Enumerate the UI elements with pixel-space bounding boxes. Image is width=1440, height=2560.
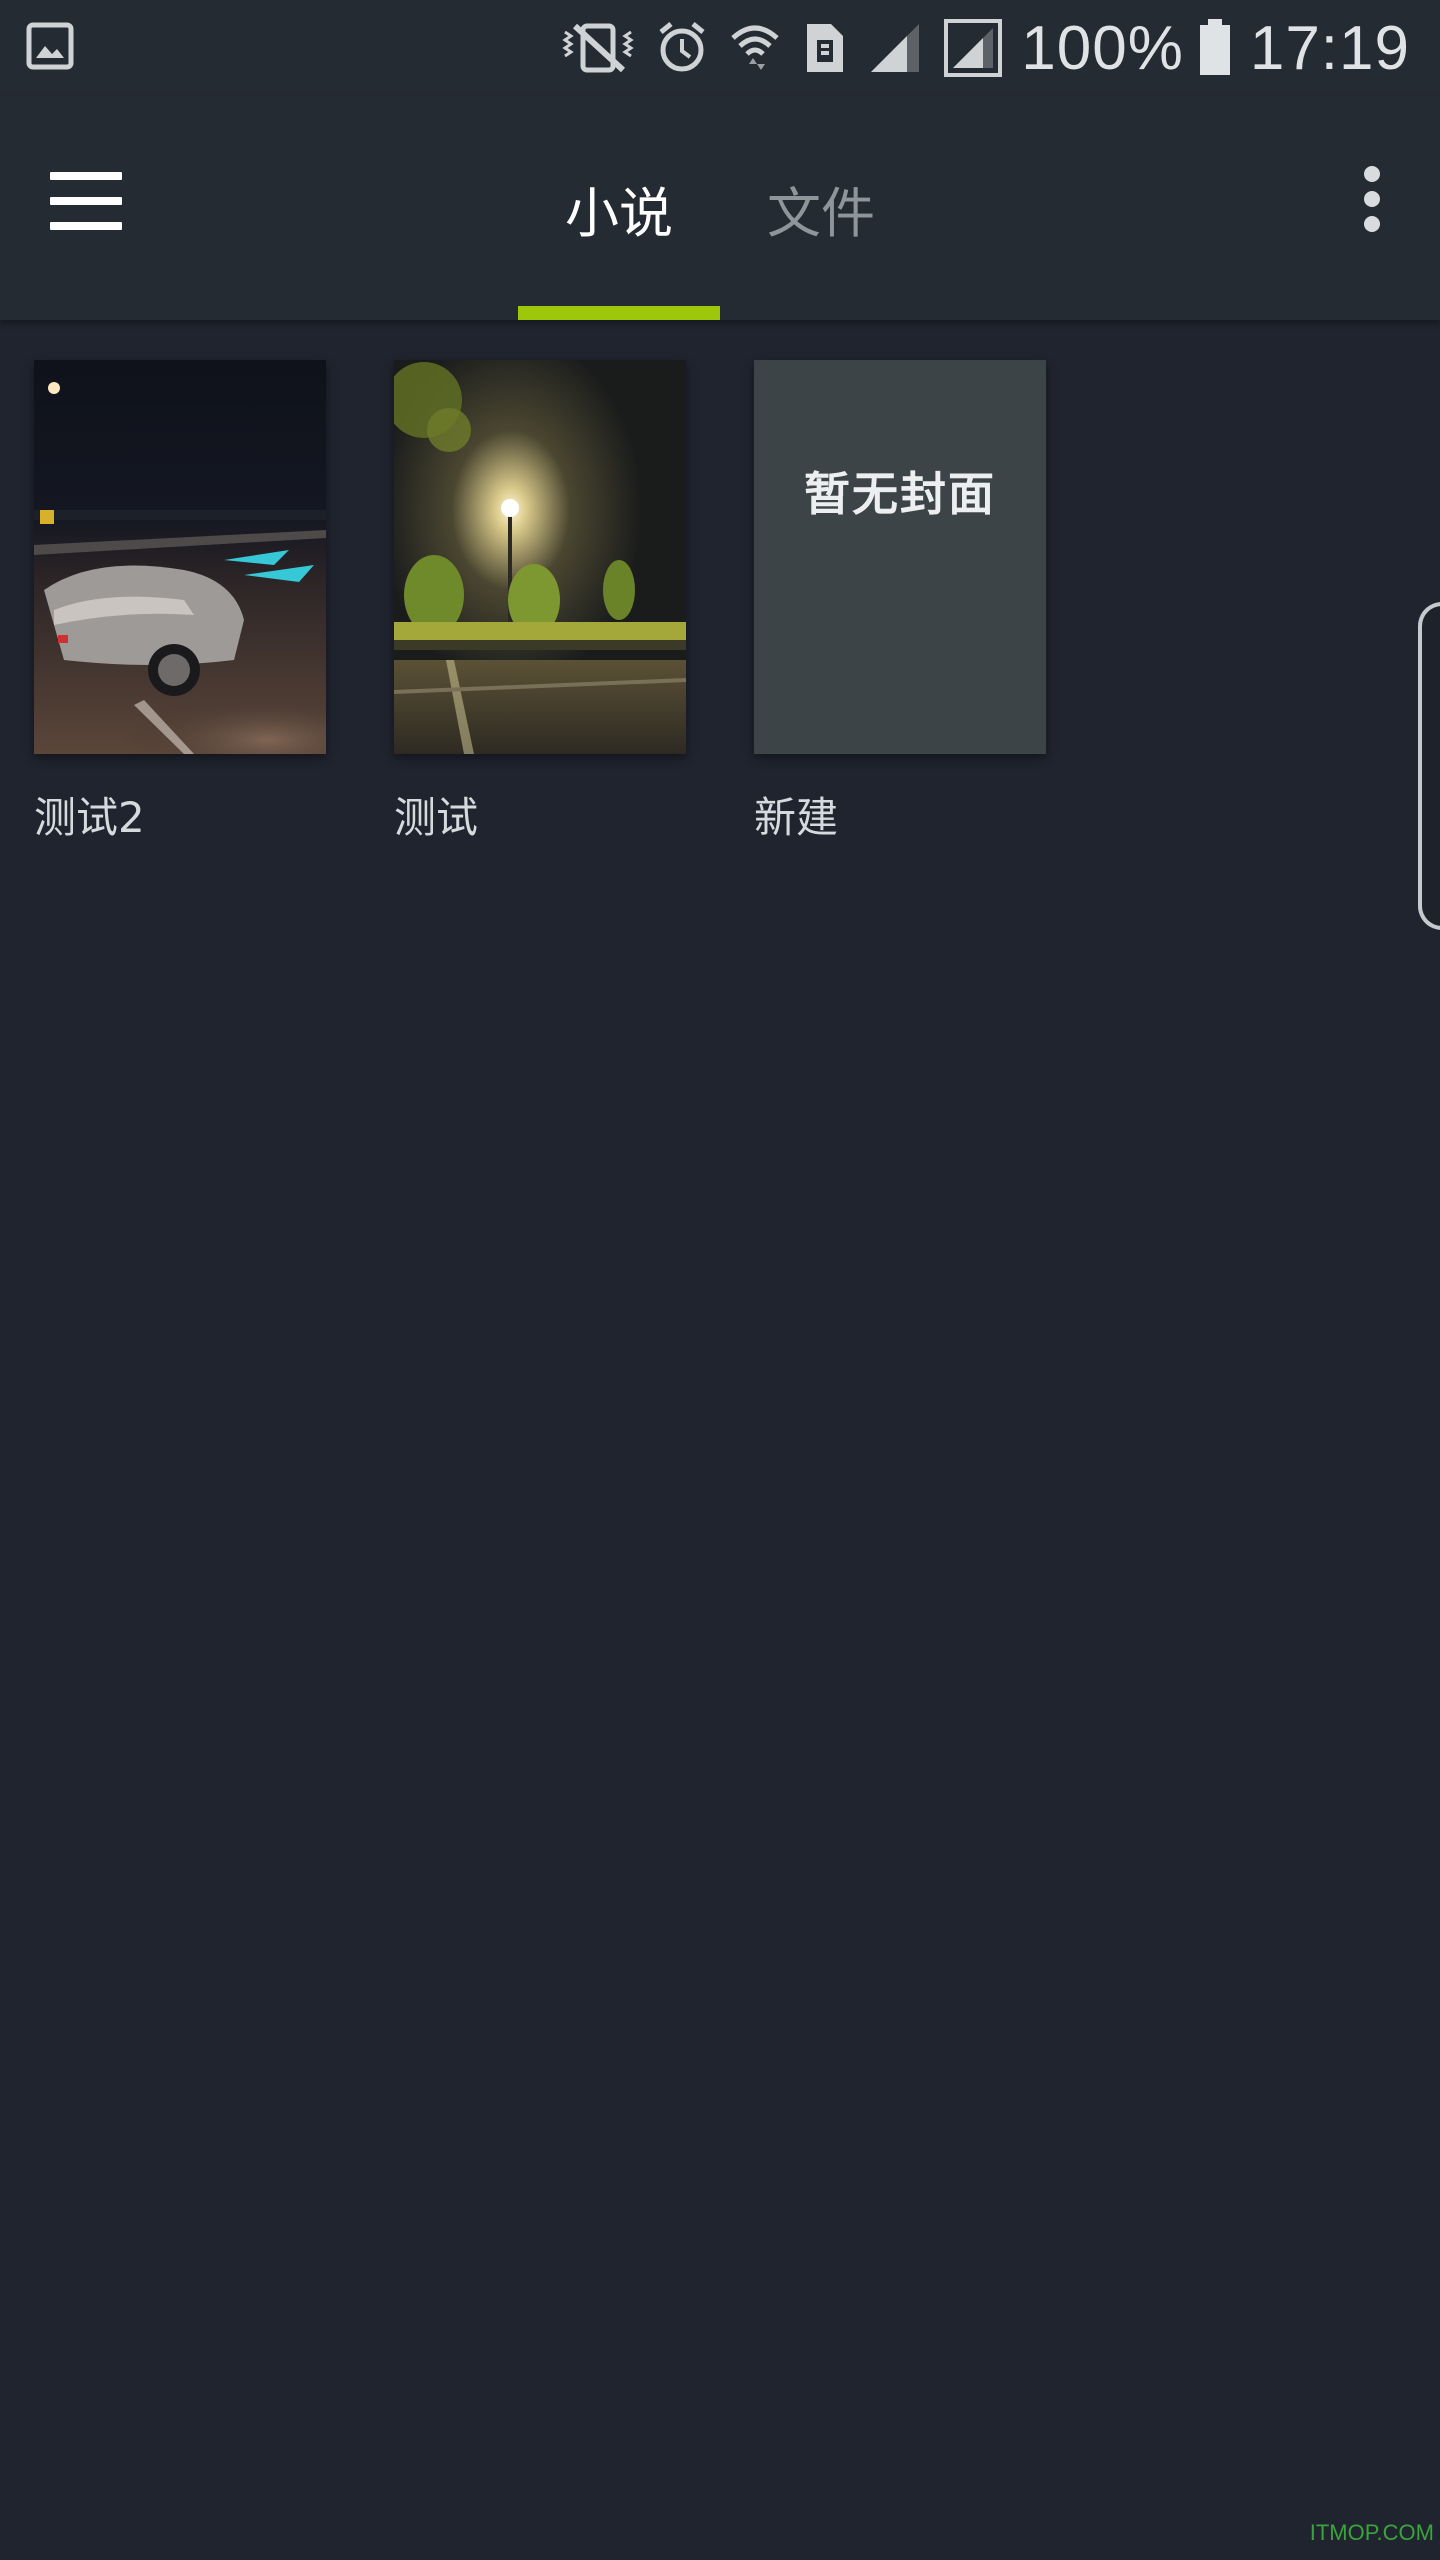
sim-card-icon	[807, 24, 844, 72]
book-card[interactable]: 暂无封面 新建	[754, 360, 1046, 845]
edge-panel-handle[interactable]	[1418, 602, 1440, 930]
battery-icon	[1199, 19, 1230, 75]
book-title: 新建	[754, 793, 839, 842]
battery-percent: 100%	[1021, 13, 1184, 83]
tab-novel[interactable]: 小说	[518, 96, 720, 320]
signal-icon-2	[944, 19, 1003, 77]
night-streetlight-photo	[394, 360, 686, 754]
book-cover[interactable]	[34, 360, 326, 754]
tab-novel-label: 小说	[565, 181, 673, 245]
night-car-photo	[34, 360, 326, 754]
more-vert-icon[interactable]	[1342, 166, 1402, 246]
wifi-icon	[731, 25, 779, 70]
no-cover-text: 暂无封面	[804, 467, 996, 521]
book-card[interactable]: 测试	[394, 360, 686, 845]
vibrate-mute-icon	[562, 23, 634, 73]
signal-icon	[871, 24, 920, 72]
status-icons: 100% 17:19	[539, 0, 1410, 96]
book-card[interactable]: 测试2	[34, 360, 326, 845]
clock: 17:19	[1249, 13, 1410, 83]
tab-file[interactable]: 文件	[720, 96, 922, 320]
status-bar: 100% 17:19	[0, 0, 1440, 96]
hamburger-menu-icon[interactable]	[50, 172, 140, 242]
tab-bar: 小说 文件	[518, 96, 922, 320]
tab-indicator	[518, 306, 720, 320]
watermark: ITMOP.COM	[1309, 2520, 1434, 2545]
app-bar: 小说 文件	[0, 96, 1440, 320]
book-title: 测试2	[34, 793, 145, 842]
tab-file-label: 文件	[767, 181, 875, 245]
book-cover[interactable]	[394, 360, 686, 754]
book-cover-placeholder[interactable]: 暂无封面	[754, 360, 1046, 754]
book-title: 测试	[394, 793, 479, 842]
alarm-icon	[659, 22, 705, 72]
gallery-icon	[26, 22, 74, 70]
